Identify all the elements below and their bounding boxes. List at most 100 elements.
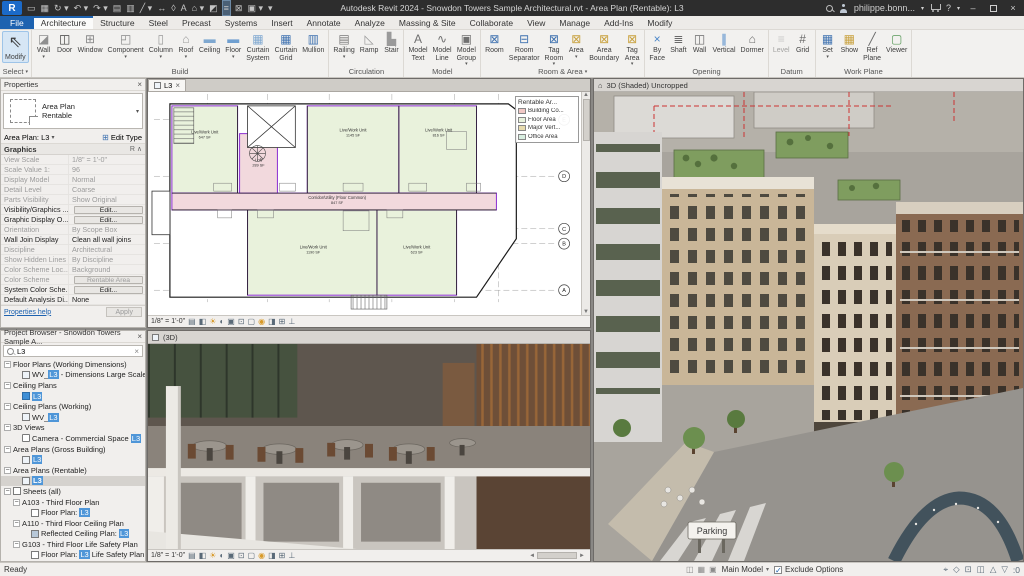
- scroll-thumb[interactable]: [582, 99, 590, 141]
- column-button[interactable]: ▯ Column ▾: [147, 31, 175, 59]
- property-value[interactable]: None: [69, 295, 145, 304]
- detail-level-icon[interactable]: ▤: [188, 551, 196, 560]
- tab-l3[interactable]: L3 ×: [148, 79, 187, 91]
- dropdown-chevron-icon[interactable]: ▾: [575, 54, 578, 59]
- interior-horizontal-scrollbar[interactable]: ◄ ►: [527, 551, 587, 561]
- hide-analytical-icon[interactable]: ⊞: [279, 317, 286, 326]
- properties-close-icon[interactable]: ×: [137, 80, 142, 89]
- ribbon-tab-view[interactable]: View: [520, 16, 552, 29]
- expander-icon[interactable]: −: [4, 381, 11, 389]
- constraints-icon[interactable]: ⊥: [288, 551, 295, 560]
- tree-item-floor-plan-l3[interactable]: Floor Plan: L3: [1, 507, 145, 518]
- exclude-options-checkbox[interactable]: ✓ Exclude Options: [774, 565, 843, 574]
- shaded-3d-canvas[interactable]: Parking: [594, 92, 1023, 561]
- ribbon-tab-manage[interactable]: Manage: [552, 16, 597, 29]
- expander-icon[interactable]: −: [4, 466, 11, 474]
- ribbon-tab-systems[interactable]: Systems: [218, 16, 265, 29]
- graphics-section-header[interactable]: Graphics R ∧: [1, 144, 145, 155]
- active-option-icon[interactable]: ▣: [709, 565, 717, 574]
- scale-control[interactable]: 1/8" = 1'-0": [151, 318, 185, 325]
- area-boundary-button[interactable]: ⊠ Area Boundary: [587, 31, 621, 62]
- shaded-view-titlebar[interactable]: ⌂ 3D (Shaded) Uncropped: [594, 79, 1023, 92]
- tree-item-l3[interactable]: L3: [1, 475, 145, 487]
- sun-path-icon[interactable]: ☀: [209, 551, 216, 560]
- tree-item-ceiling-plans-working[interactable]: − Ceiling Plans (Working): [1, 401, 145, 412]
- type-selector-chevron-icon[interactable]: ▾: [136, 108, 142, 115]
- shadows-icon[interactable]: ◐: [219, 317, 224, 326]
- tag-area-button[interactable]: ⊠ Tag Area ▾: [622, 31, 642, 67]
- shaft-button[interactable]: ≣ Shaft: [668, 31, 688, 55]
- viewer-button[interactable]: ▢ Viewer: [884, 31, 909, 55]
- grid-button[interactable]: # Grid: [793, 31, 813, 55]
- scroll-down-icon[interactable]: ▼: [583, 309, 589, 315]
- room-button[interactable]: ⊠ Room: [483, 31, 506, 55]
- interior-3d-canvas[interactable]: [148, 344, 590, 549]
- filter-icon[interactable]: ▽: [1001, 564, 1008, 575]
- roof-button[interactable]: ⌂ Roof ▾: [176, 31, 196, 59]
- close-inactive-views-icon[interactable]: ⊠: [234, 1, 244, 15]
- thin-lines-icon[interactable]: ≡: [221, 0, 231, 16]
- undo-icon[interactable]: ↶ ▾: [73, 1, 90, 15]
- mullion-button[interactable]: ▥ Mullion: [300, 31, 326, 55]
- reveal-hidden-icon[interactable]: ◉: [258, 317, 265, 326]
- floor-button[interactable]: ▬ Floor ▾: [223, 31, 243, 59]
- temporary-view-properties-icon[interactable]: ◨: [268, 317, 276, 326]
- model-group-button[interactable]: ▣ Model Group ▾: [455, 31, 478, 67]
- tree-item-a110-third-floor-ceiling-plan[interactable]: − A110 - Third Floor Ceiling Plan: [1, 518, 145, 529]
- ribbon-tab-annotate[interactable]: Annotate: [300, 16, 348, 29]
- panel-label-opening[interactable]: Opening: [647, 66, 766, 77]
- revit-logo[interactable]: R: [2, 1, 22, 15]
- property-value[interactable]: Edit...: [69, 285, 145, 294]
- temporary-view-properties-icon[interactable]: ◨: [268, 551, 276, 560]
- door-button[interactable]: ◫ Door: [55, 31, 75, 55]
- tree-item-a103-third-floor-plan[interactable]: − A103 - Third Floor Plan: [1, 497, 145, 508]
- temporary-hide-icon[interactable]: ▢: [248, 317, 256, 326]
- scale-control[interactable]: 1/8" = 1'-0": [151, 552, 185, 559]
- color-scheme-legend[interactable]: Rentable Ar... Building Co... Floor Area M…: [515, 96, 579, 143]
- panel-label-circulation[interactable]: Circulation: [331, 66, 401, 77]
- ribbon-tab-steel[interactable]: Steel: [142, 16, 175, 29]
- wall-button[interactable]: ◫ Wall: [690, 31, 710, 55]
- property-value[interactable]: Edit...: [69, 215, 145, 224]
- tab-close-icon[interactable]: ×: [175, 81, 180, 90]
- transfer-icon[interactable]: ▥: [125, 1, 136, 15]
- section-collapse-icon[interactable]: R ∧: [130, 145, 142, 153]
- tree-item-l3[interactable]: L3: [1, 391, 145, 402]
- curtain-system-button[interactable]: ▦ Curtain System: [244, 31, 271, 62]
- store-cart-icon[interactable]: [930, 4, 941, 12]
- measure-icon[interactable]: ╱ ▾: [139, 1, 153, 15]
- crop-view-icon[interactable]: ▣: [227, 551, 235, 560]
- project-browser-close-icon[interactable]: ×: [137, 332, 142, 341]
- plan-vertical-scrollbar[interactable]: ▲ ▼: [581, 92, 590, 315]
- design-option-select[interactable]: Main Model ▾: [722, 565, 769, 574]
- panel-label-model[interactable]: Model: [406, 66, 478, 77]
- shadows-icon[interactable]: ◐: [219, 551, 224, 560]
- tree-item-reflected-ceiling-plan-l3[interactable]: Reflected Ceiling Plan: L3: [1, 529, 145, 540]
- panel-label-room-area[interactable]: Room & Area ▾: [483, 66, 642, 77]
- ribbon-tab-collaborate[interactable]: Collaborate: [463, 16, 520, 29]
- tree-item-sheets-all[interactable]: − Sheets (all): [1, 486, 145, 497]
- show-crop-icon[interactable]: ⊡: [238, 551, 245, 560]
- browser-search-clear-icon[interactable]: ×: [134, 347, 139, 356]
- expander-icon[interactable]: −: [4, 445, 11, 453]
- expander-icon[interactable]: −: [4, 487, 11, 495]
- expander-icon[interactable]: −: [4, 403, 11, 411]
- signed-in-user[interactable]: philippe.bonn...: [854, 3, 915, 13]
- component-button[interactable]: ◰ Component ▾: [106, 31, 146, 59]
- help-button[interactable]: ?: [946, 3, 951, 13]
- worksharing-icon[interactable]: ◫: [686, 565, 694, 574]
- tree-item-wv-l3[interactable]: WV_L3: [1, 412, 145, 423]
- ribbon-tab-add-ins[interactable]: Add-Ins: [597, 16, 640, 29]
- sync-with-central-icon[interactable]: ↻ ▾: [53, 1, 70, 15]
- sun-path-icon[interactable]: ☀: [209, 317, 216, 326]
- window-button[interactable]: ⊞ Window: [76, 31, 105, 55]
- property-value[interactable]: Clean all wall joins: [69, 235, 145, 244]
- tree-item-g103-third-floor-life-safety-plan[interactable]: − G103 - Third Floor Life Safety Plan: [1, 539, 145, 550]
- wall-button[interactable]: ◪ Wall ▾: [34, 31, 54, 59]
- customize-qat-icon[interactable]: ▾: [267, 1, 274, 15]
- interior-view-titlebar[interactable]: (3D): [148, 331, 590, 344]
- property-edit-button[interactable]: Edit...: [74, 216, 143, 224]
- property-edit-button[interactable]: Edit...: [74, 206, 143, 214]
- crop-view-icon[interactable]: ▣: [227, 317, 235, 326]
- expander-icon[interactable]: −: [13, 519, 20, 527]
